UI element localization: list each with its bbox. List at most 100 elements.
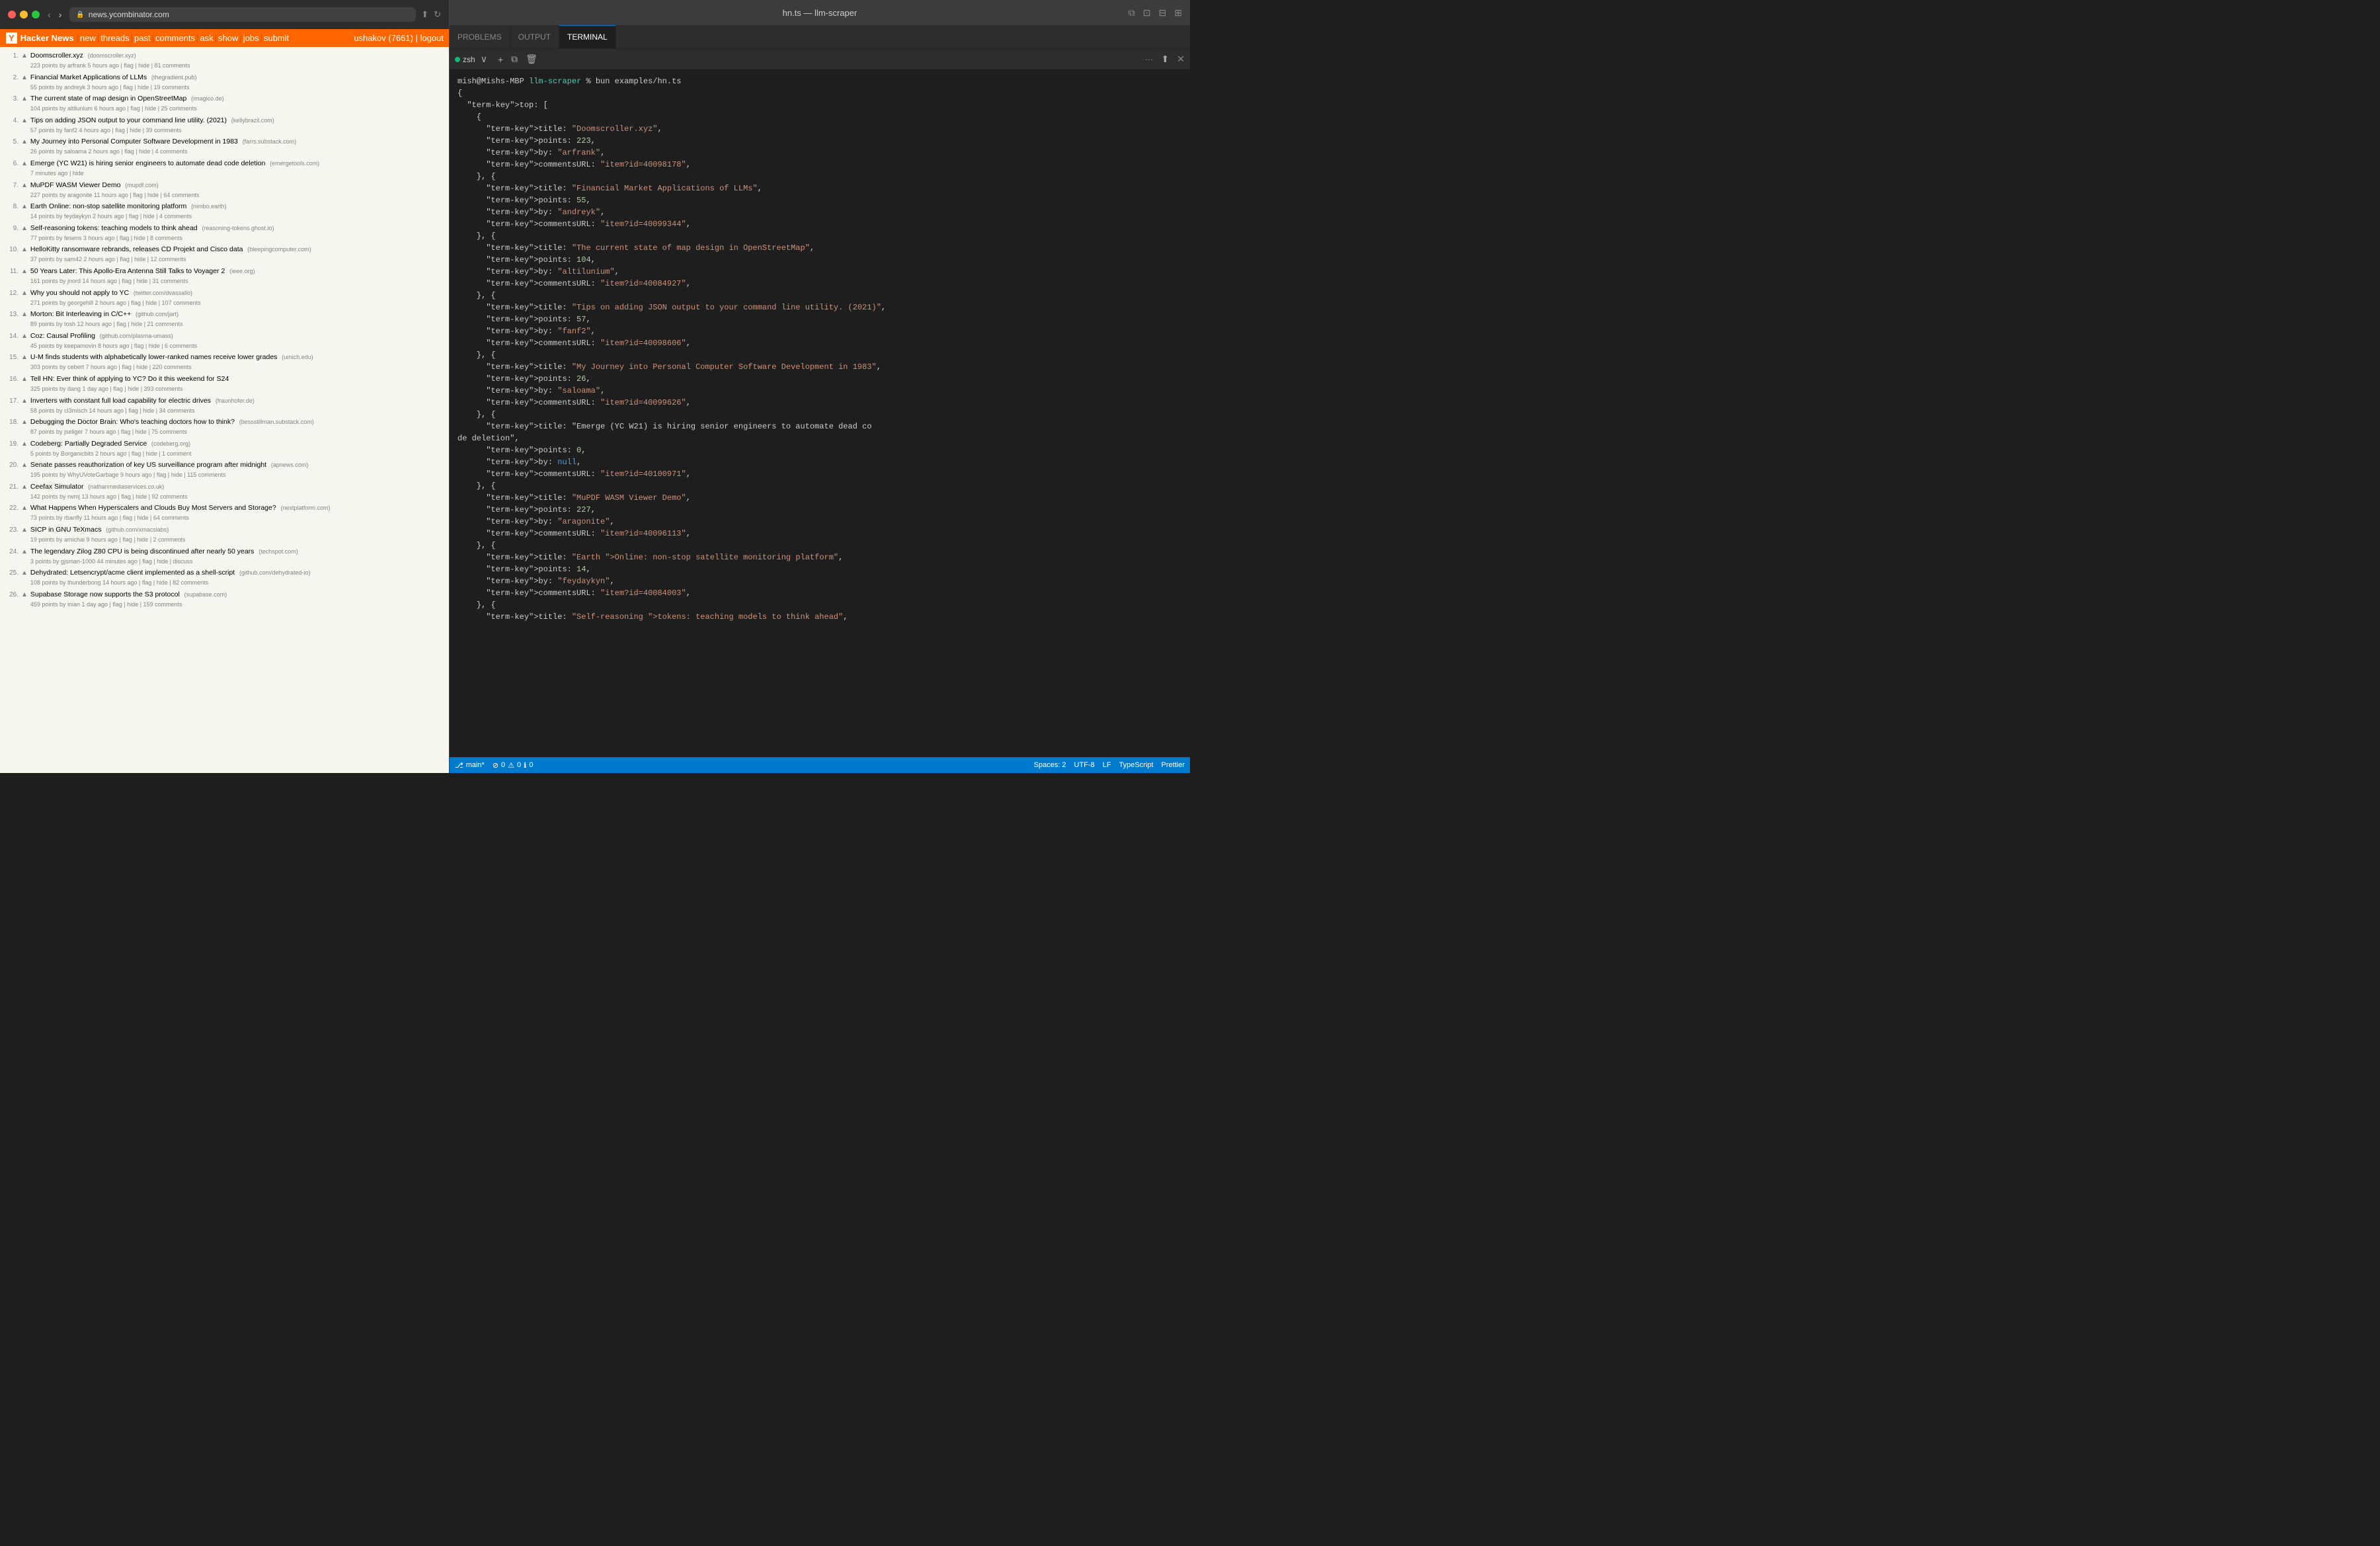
vote-arrow[interactable]: ▲ [21,137,28,147]
new-terminal-button[interactable]: + [495,53,506,66]
vote-arrow[interactable]: ▲ [21,288,28,298]
hn-nav-new[interactable]: new [80,33,96,43]
vote-arrow[interactable]: ▲ [21,374,28,384]
vote-arrow[interactable]: ▲ [21,51,28,61]
item-title[interactable]: Morton: Bit Interleaving in C/C++ [30,310,131,318]
statusbar-branch[interactable]: ⎇ main* [455,761,485,770]
vote-arrow[interactable]: ▲ [21,547,28,557]
statusbar-language[interactable]: TypeScript [1119,761,1154,769]
vote-arrow[interactable]: ▲ [21,525,28,535]
item-title[interactable]: Tips on adding JSON output to your comma… [30,116,227,124]
item-title[interactable]: The legendary Zilog Z80 CPU is being dis… [30,548,255,555]
share-icon[interactable]: ⬆ [421,9,428,20]
split-editor-button[interactable]: ⧉ [1126,6,1138,20]
vote-arrow[interactable]: ▲ [21,181,28,190]
item-domain: (emergetools.com) [270,160,319,167]
layout3-button[interactable]: ⊞ [1171,6,1185,20]
vote-arrow[interactable]: ▲ [21,590,28,600]
vote-arrow[interactable]: ▲ [21,331,28,341]
close-terminal-button[interactable]: ✕ [1177,54,1185,65]
vote-arrow[interactable]: ▲ [21,224,28,233]
item-title[interactable]: Dehydrated: Letsencrypt/acme client impl… [30,569,235,577]
item-title[interactable]: Ceefax Simulator [30,483,84,491]
item-title[interactable]: Senate passes reauthorization of key US … [30,461,266,469]
item-title[interactable]: Self-reasoning tokens: teaching models t… [30,224,198,232]
hn-nav-past[interactable]: past [134,33,151,43]
vote-arrow[interactable]: ▲ [21,116,28,126]
terminal-chevron-button[interactable]: ∨ [478,52,490,66]
item-title[interactable]: Coz: Causal Profiling [30,332,95,340]
statusbar-encoding[interactable]: UTF-8 [1074,761,1095,769]
hn-nav-threads[interactable]: threads [100,33,129,43]
vote-arrow[interactable]: ▲ [21,460,28,470]
vote-arrow[interactable]: ▲ [21,73,28,83]
item-number: 26. [3,590,19,600]
layout-button[interactable]: ⊡ [1140,6,1154,20]
split-terminal-button[interactable]: ⧉ [508,52,520,66]
item-title[interactable]: The current state of map design in OpenS… [30,95,186,102]
vote-arrow[interactable]: ▲ [21,482,28,492]
item-title[interactable]: My Journey into Personal Computer Softwa… [30,138,238,145]
minimize-window-button[interactable] [20,11,28,19]
item-title[interactable]: What Happens When Hyperscalers and Cloud… [30,504,276,512]
item-title[interactable]: Emerge (YC W21) is hiring senior enginee… [30,159,265,167]
hn-nav-ask[interactable]: ask [200,33,213,43]
item-title[interactable]: Why you should not apply to YC [30,289,129,297]
terminal-output-line: "term-key">by: null, [457,456,1182,468]
item-number: 24. [3,547,19,557]
vote-arrow[interactable]: ▲ [21,266,28,276]
hn-logo[interactable]: Y [5,32,18,44]
item-meta: 459 points by inian 1 day ago | flag | h… [30,600,446,609]
item-title[interactable]: U-M finds students with alphabetically l… [30,353,278,361]
forward-button[interactable]: › [56,8,65,21]
item-title[interactable]: Earth Online: non-stop satellite monitor… [30,202,186,210]
vote-arrow[interactable]: ▲ [21,503,28,513]
layout2-button[interactable]: ⊟ [1156,6,1170,20]
vote-arrow[interactable]: ▲ [21,309,28,319]
item-number: 23. [3,525,19,535]
item-title[interactable]: Financial Market Applications of LLMs [30,73,147,81]
refresh-icon[interactable]: ↻ [434,9,441,20]
tab-terminal[interactable]: TERMINAL [559,25,616,48]
back-button[interactable]: ‹ [45,8,54,21]
hn-nav-show[interactable]: show [218,33,238,43]
url-bar[interactable]: 🔒 news.ycombinator.com [69,7,416,22]
hn-nav-comments[interactable]: comments [155,33,195,43]
statusbar-errors[interactable]: ⊘ 0 ⚠ 0 ℹ 0 [493,761,534,770]
item-title[interactable]: Codeberg: Partially Degraded Service [30,440,147,448]
vote-arrow[interactable]: ▲ [21,245,28,255]
statusbar-formatter[interactable]: Prettier [1162,761,1185,769]
vote-arrow[interactable]: ▲ [21,94,28,104]
vote-arrow[interactable]: ▲ [21,417,28,427]
item-title[interactable]: Debugging the Doctor Brain: Who's teachi… [30,418,235,426]
item-title[interactable]: Doomscroller.xyz [30,52,83,60]
statusbar-spaces[interactable]: Spaces: 2 [1034,761,1066,769]
maximize-terminal-button[interactable]: ⬆ [1159,52,1172,66]
statusbar-line-ending[interactable]: LF [1103,761,1111,769]
item-title[interactable]: SICP in GNU TeXmacs [30,526,102,534]
hn-logout[interactable]: logout [420,33,444,43]
item-title[interactable]: Supabase Storage now supports the S3 pro… [30,590,180,598]
vote-arrow[interactable]: ▲ [21,568,28,578]
terminal-output-line: }, { [457,599,1182,611]
item-title[interactable]: MuPDF WASM Viewer Demo [30,181,121,189]
tab-output[interactable]: OUTPUT [510,25,559,48]
trash-terminal-button[interactable]: 🗑 [523,52,540,66]
maximize-window-button[interactable] [32,11,40,19]
more-actions-button[interactable]: ··· [1145,54,1154,64]
hn-user-link[interactable]: ushakov (7661) [354,33,413,43]
close-window-button[interactable] [8,11,16,19]
hn-nav-jobs[interactable]: jobs [243,33,259,43]
item-title[interactable]: Inverters with constant full load capabi… [30,397,211,405]
vote-arrow[interactable]: ▲ [21,352,28,362]
vote-arrow[interactable]: ▲ [21,159,28,169]
vote-arrow[interactable]: ▲ [21,202,28,212]
item-title[interactable]: HelloKitty ransomware rebrands, releases… [30,245,243,253]
item-title[interactable]: Tell HN: Ever think of applying to YC? D… [30,375,229,383]
item-title[interactable]: 50 Years Later: This Apollo-Era Antenna … [30,267,225,275]
vote-arrow[interactable]: ▲ [21,439,28,449]
vote-arrow[interactable]: ▲ [21,396,28,406]
tab-problems[interactable]: PROBLEMS [450,25,510,48]
terminal-output-line: "term-key">points: 14, [457,563,1182,575]
hn-nav-submit[interactable]: submit [264,33,289,43]
